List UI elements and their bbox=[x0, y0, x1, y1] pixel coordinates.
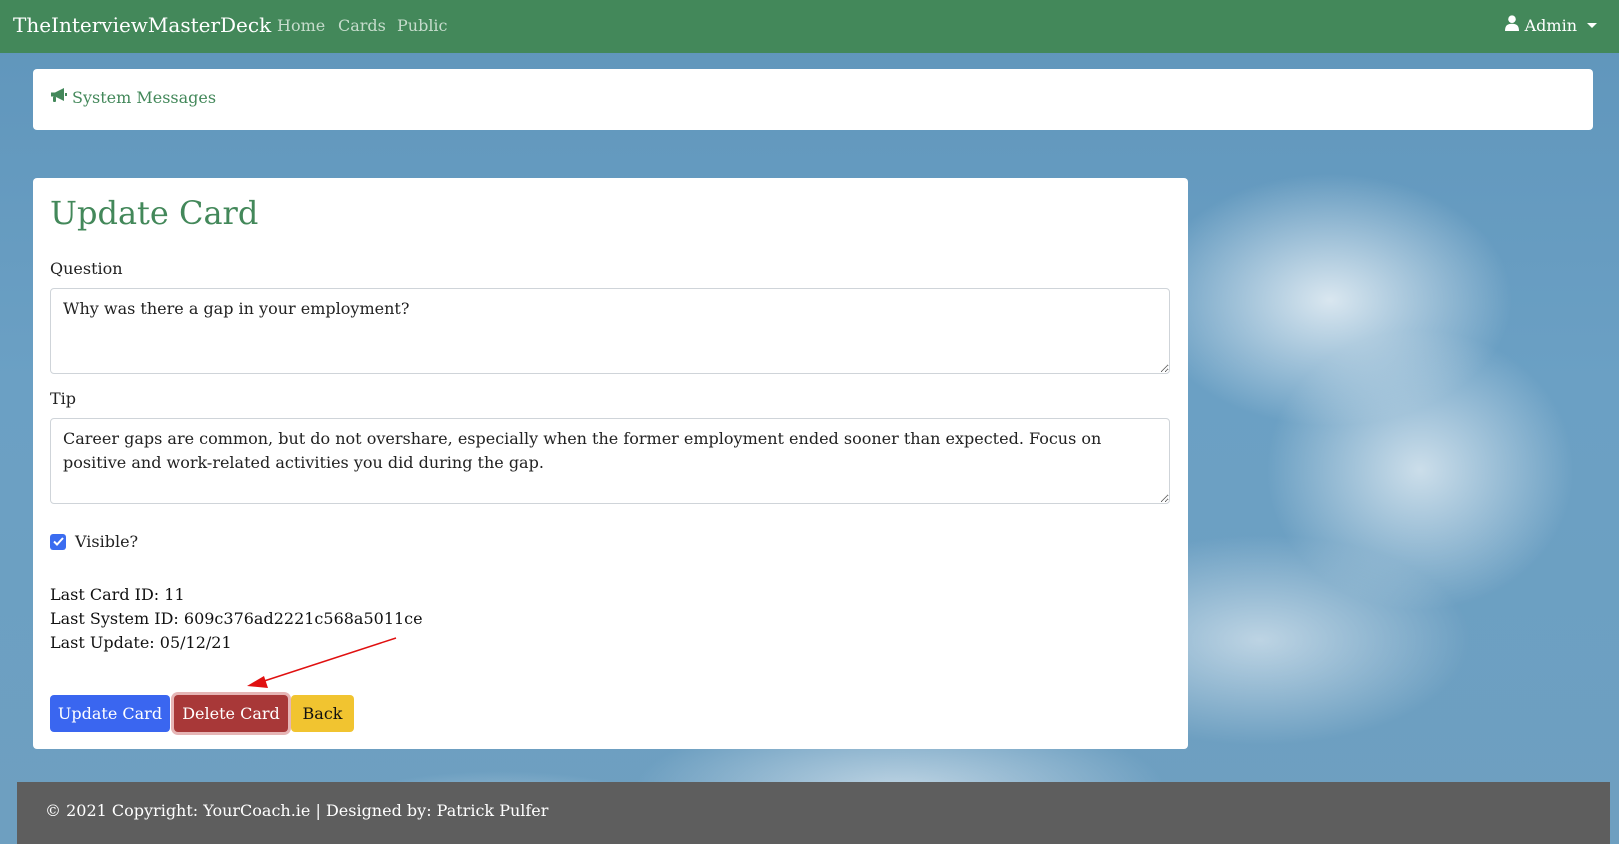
tip-textarea[interactable]: Career gaps are common, but do not overs… bbox=[50, 418, 1170, 504]
admin-label: Admin bbox=[1524, 15, 1577, 35]
admin-dropdown[interactable]: Admin bbox=[1504, 15, 1597, 35]
navbar: TheInterviewMasterDeck Home Cards Public… bbox=[0, 0, 1619, 53]
update-card-button[interactable]: Update Card bbox=[50, 695, 170, 732]
last-update: Last Update: 05/12/21 bbox=[50, 633, 232, 652]
footer: © 2021 Copyright: YourCoach.ie | Designe… bbox=[17, 782, 1610, 844]
system-messages-card: System Messages bbox=[33, 69, 1593, 130]
last-card-id: Last Card ID: 11 bbox=[50, 585, 185, 604]
visible-checkbox-row: Visible? bbox=[50, 532, 138, 551]
visible-label: Visible? bbox=[75, 532, 139, 551]
tip-label: Tip bbox=[50, 389, 77, 408]
chevron-down-icon bbox=[1587, 22, 1597, 28]
user-icon bbox=[1504, 15, 1519, 35]
visible-checkbox[interactable] bbox=[50, 533, 66, 550]
nav-link-public[interactable]: Public bbox=[397, 16, 448, 35]
update-card-form: Update Card Question Why was there a gap… bbox=[33, 178, 1188, 749]
back-button[interactable]: Back bbox=[291, 695, 354, 732]
nav-link-cards[interactable]: Cards bbox=[338, 16, 386, 35]
nav-link-home[interactable]: Home bbox=[277, 16, 325, 35]
check-icon bbox=[52, 537, 64, 546]
question-textarea[interactable]: Why was there a gap in your employment? bbox=[50, 288, 1170, 374]
brand-link[interactable]: TheInterviewMasterDeck bbox=[13, 13, 271, 37]
bullhorn-icon bbox=[50, 87, 68, 107]
system-messages-link[interactable]: System Messages bbox=[50, 87, 216, 107]
system-messages-label: System Messages bbox=[72, 87, 217, 107]
question-label: Question bbox=[50, 259, 123, 278]
delete-card-button[interactable]: Delete Card bbox=[174, 695, 288, 732]
last-system-id: Last System ID: 609c376ad2221c568a5011ce bbox=[50, 609, 423, 628]
footer-copyright: © 2021 Copyright: YourCoach.ie | Designe… bbox=[45, 801, 549, 820]
page-title: Update Card bbox=[50, 194, 259, 232]
